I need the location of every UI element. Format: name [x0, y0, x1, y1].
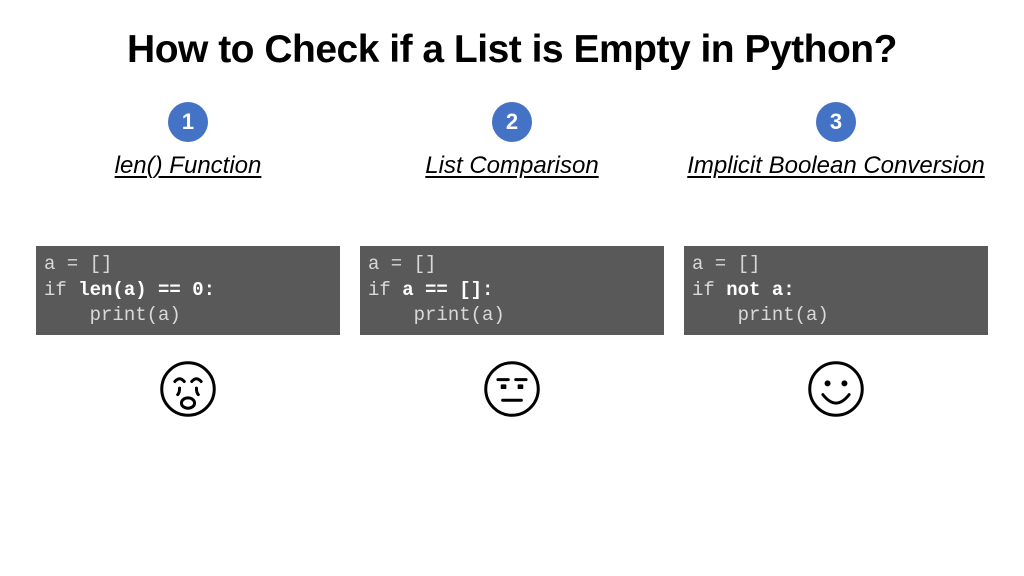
- code-block: a = [] if len(a) == 0: print(a): [36, 246, 340, 335]
- slide: How to Check if a List is Empty in Pytho…: [0, 0, 1024, 576]
- columns-row: 1 len() Function a = [] if len(a) == 0: …: [36, 102, 988, 419]
- happy-face-icon: [806, 359, 866, 419]
- column-len-function: 1 len() Function a = [] if len(a) == 0: …: [36, 102, 340, 419]
- column-heading: Implicit Boolean Conversion: [687, 152, 984, 216]
- sad-face-icon: [158, 359, 218, 419]
- code-block: a = [] if a == []: print(a): [360, 246, 664, 335]
- column-list-comparison: 2 List Comparison a = [] if a == []: pri…: [360, 102, 664, 419]
- code-block: a = [] if not a: print(a): [684, 246, 988, 335]
- page-title: How to Check if a List is Empty in Pytho…: [36, 28, 988, 72]
- column-heading: len() Function: [115, 152, 262, 216]
- badge-number: 1: [168, 102, 208, 142]
- neutral-face-icon: [482, 359, 542, 419]
- badge-number: 2: [492, 102, 532, 142]
- column-implicit-boolean: 3 Implicit Boolean Conversion a = [] if …: [684, 102, 988, 419]
- column-heading: List Comparison: [425, 152, 598, 216]
- badge-number: 3: [816, 102, 856, 142]
